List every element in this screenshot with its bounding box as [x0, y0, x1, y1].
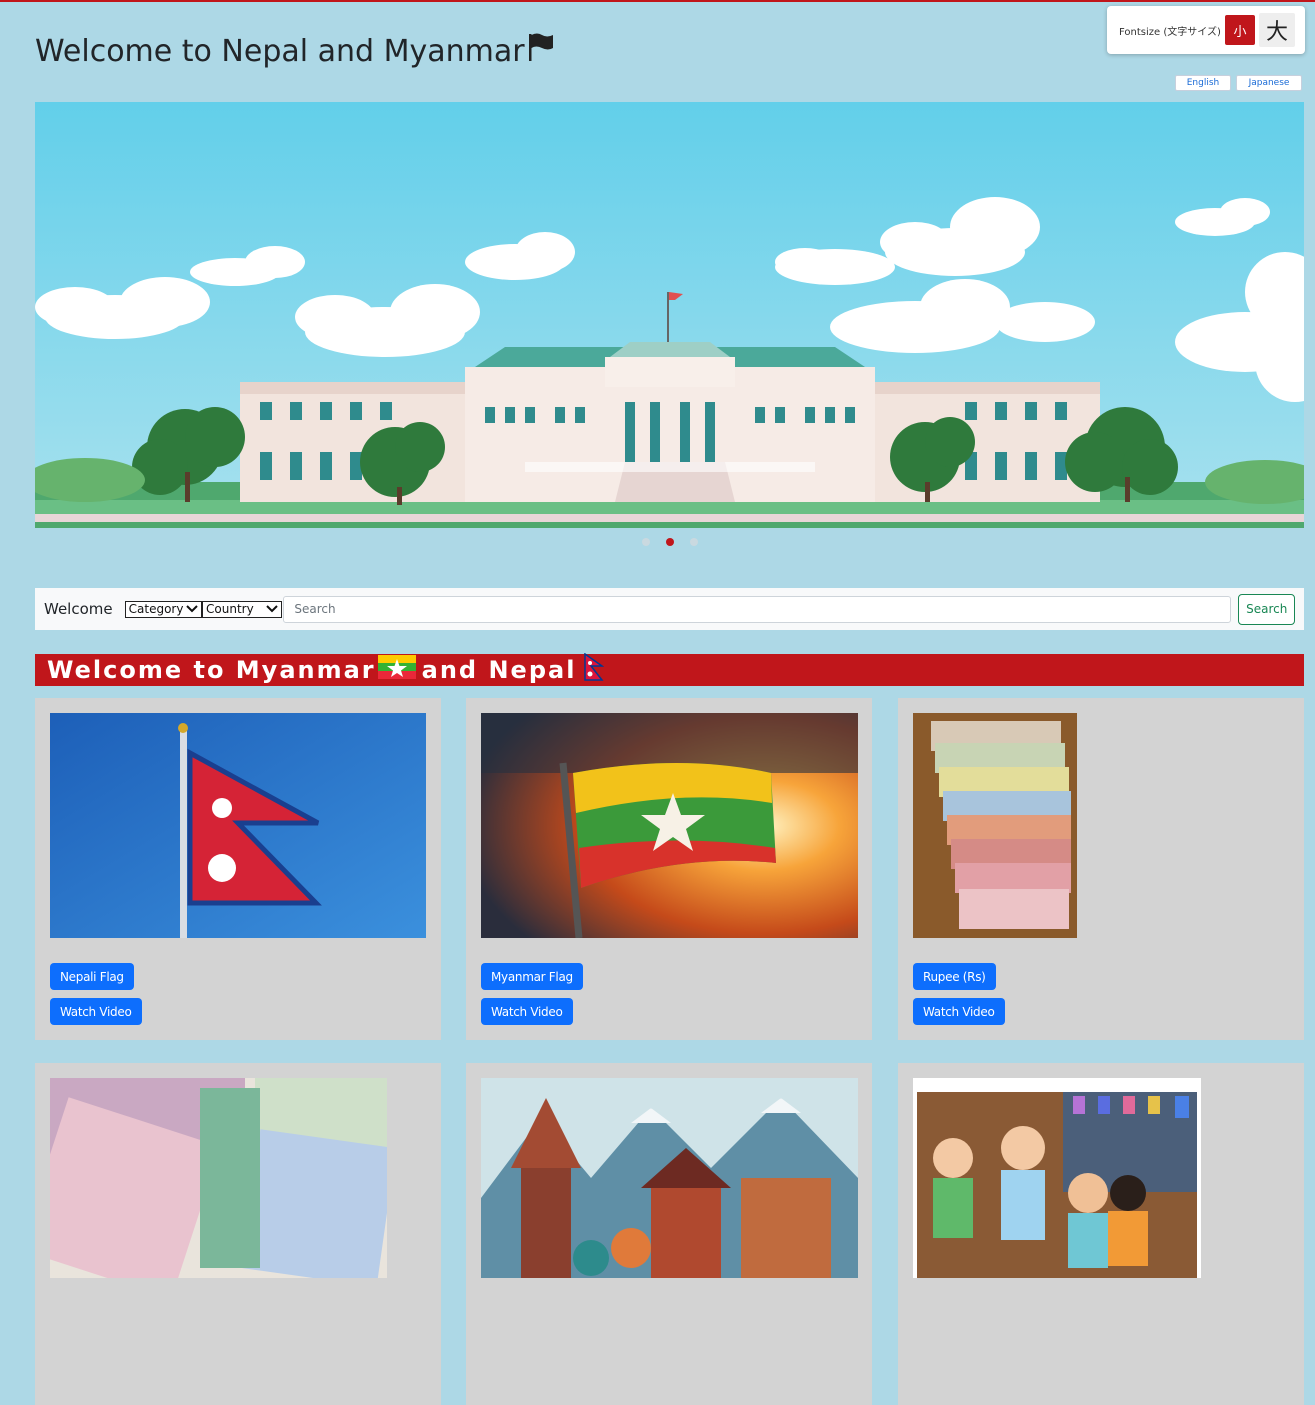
card-myanmar-family [898, 1063, 1304, 1405]
card-nepali-flag: Nepali Flag Watch Video [35, 698, 441, 1040]
search-button[interactable]: Search [1238, 593, 1295, 625]
nepal-culture-image [481, 1078, 858, 1278]
category-select-value: Category [128, 602, 184, 616]
country-select[interactable]: Country [202, 600, 283, 618]
chevron-down-icon [186, 605, 198, 613]
hero-carousel[interactable] [35, 102, 1304, 528]
fontsize-panel: Fontsize (文字サイズ) 小 大 [1107, 6, 1305, 54]
navbar: Welcome Category Country Search Search [35, 588, 1304, 630]
page-title: Welcome to Nepal and Myanmar [35, 32, 555, 70]
section-heading: Welcome to Myanmar and Nepal [35, 652, 1304, 687]
search-input[interactable]: Search [283, 595, 1232, 623]
myanmar-flag-image [481, 713, 858, 938]
hero-building-image [35, 102, 1304, 528]
rupee-button[interactable]: Rupee (Rs) [913, 963, 996, 990]
kyat-notes-image [50, 1078, 387, 1278]
carousel-dot-active[interactable] [666, 538, 674, 546]
card-nepal-culture [466, 1063, 872, 1405]
flag-icon [527, 32, 555, 70]
nepal-flag-icon [584, 652, 605, 687]
rupee-notes-image [913, 713, 1077, 938]
myanmar-family-image [913, 1078, 1201, 1278]
nepal-flag-image [50, 713, 426, 938]
watch-video-button[interactable]: Watch Video [481, 998, 573, 1025]
country-select-value: Country [206, 602, 254, 616]
watch-video-button[interactable]: Watch Video [913, 998, 1005, 1025]
category-select[interactable]: Category [124, 600, 203, 618]
chevron-down-icon [266, 605, 279, 613]
watch-video-button[interactable]: Watch Video [50, 998, 142, 1025]
carousel-dot[interactable] [690, 538, 698, 546]
fontsize-large-button[interactable]: 大 [1259, 13, 1295, 47]
section-heading-part1: Welcome to Myanmar [47, 656, 376, 684]
carousel-dot[interactable] [642, 538, 650, 546]
fontsize-label: Fontsize (文字サイズ) [1119, 26, 1221, 38]
language-english-button[interactable]: English [1175, 75, 1231, 91]
fontsize-small-button[interactable]: 小 [1225, 15, 1255, 45]
nepali-flag-button[interactable]: Nepali Flag [50, 963, 134, 990]
card-myanmar-flag: Myanmar Flag Watch Video [466, 698, 872, 1040]
myanmar-flag-button[interactable]: Myanmar Flag [481, 963, 583, 990]
section-heading-part2: and Nepal [421, 656, 577, 684]
language-switcher: English Japanese [1175, 75, 1302, 91]
card-rupee: Rupee (Rs) Watch Video [898, 698, 1304, 1040]
page-title-text: Welcome to Nepal and Myanmar [35, 33, 525, 69]
carousel-indicators [642, 538, 698, 546]
language-japanese-button[interactable]: Japanese [1236, 75, 1302, 91]
navbar-brand[interactable]: Welcome [44, 600, 113, 618]
card-kyat [35, 1063, 441, 1405]
myanmar-flag-icon [377, 655, 416, 685]
